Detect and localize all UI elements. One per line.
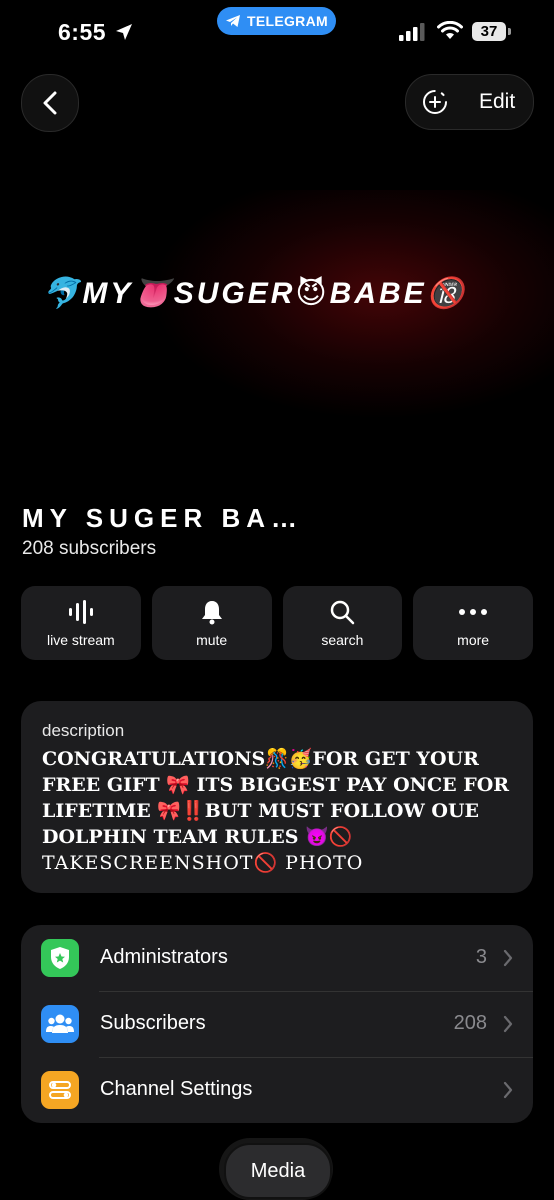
channel-settings-label: Channel Settings bbox=[100, 1078, 253, 1100]
subscriber-count: 208 subscribers bbox=[22, 538, 157, 559]
more-label: more bbox=[457, 632, 490, 648]
subscribers-label: Subscribers bbox=[100, 1012, 206, 1034]
description-body-outline: TAKESCREENSHOT🚫 PHOTO bbox=[42, 852, 364, 874]
mute-button[interactable]: mute bbox=[151, 586, 272, 660]
subscribers-value: 208 bbox=[453, 1012, 487, 1034]
subscribers-tile bbox=[41, 1005, 79, 1043]
media-tab[interactable]: Media bbox=[224, 1143, 332, 1199]
administrators-label: Administrators bbox=[100, 946, 228, 968]
more-button[interactable]: more bbox=[413, 586, 533, 660]
mute-label: mute bbox=[196, 632, 228, 648]
settings-toggles-icon bbox=[49, 1081, 71, 1099]
cellular-signal-icon bbox=[399, 23, 425, 41]
description-body: CONGRATULATIONS🎊🥳FOR GET YOUR FREE GIFT … bbox=[42, 748, 510, 848]
chevron-right-icon bbox=[503, 1081, 513, 1099]
live-stream-icon bbox=[68, 600, 93, 624]
status-time: 6:55 bbox=[58, 19, 107, 45]
description-text: CONGRATULATIONS🎊🥳FOR GET YOUR FREE GIFT … bbox=[42, 746, 522, 876]
description-card: description CONGRATULATIONS🎊🥳FOR GET YOU… bbox=[21, 701, 533, 893]
battery-indicator: 37 bbox=[472, 22, 506, 41]
channel-settings-row[interactable]: Channel Settings bbox=[21, 1057, 533, 1123]
telegram-label: TELEGRAM bbox=[247, 13, 328, 29]
edit-button[interactable]: Edit bbox=[479, 90, 515, 114]
channel-settings-tile bbox=[41, 1071, 79, 1109]
channel-banner: 🐬MY👅SUGER😈BABE🔞 bbox=[0, 170, 554, 470]
back-button[interactable] bbox=[21, 74, 79, 132]
media-tab-label: Media bbox=[250, 1159, 306, 1182]
chevron-right-icon bbox=[503, 949, 513, 967]
banner-text: 🐬MY👅SUGER😈BABE🔞 bbox=[42, 277, 468, 310]
live-stream-button[interactable]: live stream bbox=[21, 586, 141, 660]
edit-pill: Edit bbox=[405, 74, 534, 130]
description-heading: description bbox=[42, 721, 125, 740]
battery-nub bbox=[508, 28, 511, 35]
subscribers-row[interactable]: Subscribers 208 bbox=[21, 991, 533, 1057]
location-arrow-icon bbox=[116, 24, 132, 40]
shield-star-icon bbox=[51, 947, 69, 969]
more-icon bbox=[459, 609, 488, 615]
administrators-count: 3 bbox=[475, 946, 487, 968]
telegram-return-pill[interactable]: TELEGRAM bbox=[217, 7, 336, 35]
search-button[interactable]: search bbox=[282, 586, 403, 660]
administrators-tile bbox=[41, 939, 79, 977]
live-stream-label: live stream bbox=[47, 632, 115, 648]
administrators-row[interactable]: Administrators 3 bbox=[21, 925, 533, 991]
telegram-icon bbox=[226, 15, 241, 27]
search-label: search bbox=[321, 632, 364, 648]
search-icon bbox=[331, 600, 355, 625]
status-bar: 6:55 TELEGRAM 37 bbox=[0, 0, 554, 60]
battery-level: 37 bbox=[480, 23, 498, 40]
people-icon bbox=[46, 1014, 74, 1033]
chevron-left-icon bbox=[43, 91, 57, 115]
bell-icon bbox=[201, 601, 222, 625]
action-bar: live stream mute search more bbox=[21, 586, 533, 660]
add-story-icon[interactable] bbox=[422, 89, 448, 115]
channel-title: MY SUGER BA… bbox=[22, 503, 303, 533]
chevron-right-icon bbox=[503, 1015, 513, 1033]
wifi-icon bbox=[437, 21, 463, 39]
info-list: Administrators 3 Subscribers 208 Channel… bbox=[21, 925, 533, 1123]
